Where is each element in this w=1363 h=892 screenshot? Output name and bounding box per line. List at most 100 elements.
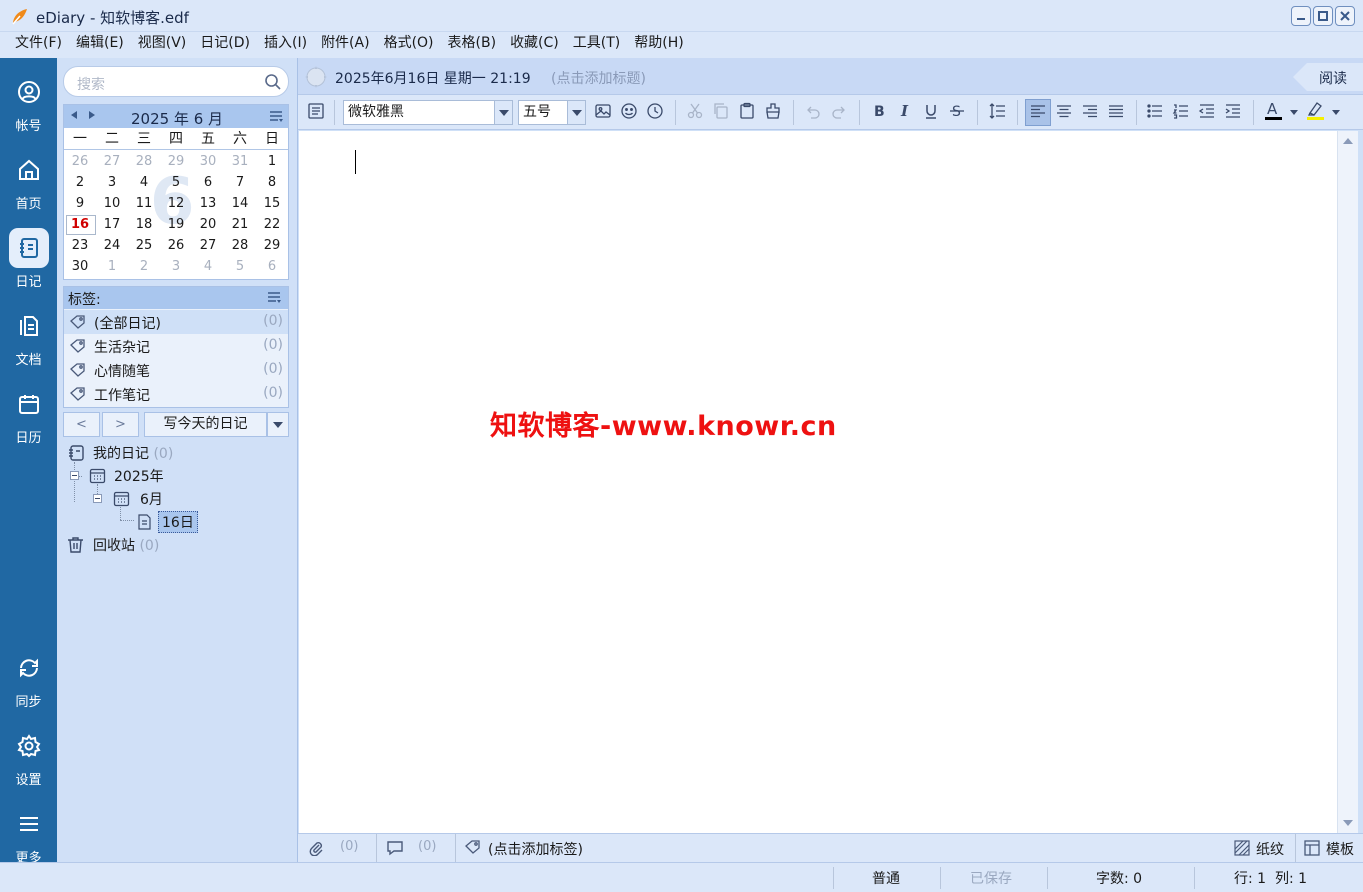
menu-diary[interactable]: 日记(D) [193,32,257,58]
search-input[interactable]: 搜索 [63,66,289,97]
nav-settings[interactable]: 设置 [0,718,57,788]
write-today-button[interactable]: 写今天的日记 [144,412,267,437]
calendar-day[interactable]: 29 [256,235,288,256]
align-center-icon[interactable] [1055,102,1073,120]
paste-icon[interactable] [738,102,756,120]
editor-area[interactable]: 知软博客-www.knowr.cn [299,131,1337,833]
calendar-day[interactable]: 27 [192,235,224,256]
bullet-list-icon[interactable] [1146,102,1164,120]
prev-diary-button[interactable]: < [63,412,100,437]
calendar-day[interactable]: 17 [96,214,128,235]
calendar-day[interactable]: 4 [192,256,224,277]
nav-more[interactable]: 更多 [0,796,57,866]
highlight-color-icon[interactable] [1306,100,1326,122]
calendar-day[interactable]: 29 [160,151,192,172]
close-button[interactable] [1335,6,1355,26]
calendar-day[interactable]: 1 [96,256,128,277]
tag-menu-icon[interactable] [268,292,282,304]
bold-icon[interactable]: B [870,102,888,120]
nav-docs[interactable]: 文档 [0,298,57,368]
cut-icon[interactable] [686,102,704,120]
tag-item-all[interactable]: (全部日记) (0) [64,310,288,334]
template-button[interactable]: 模板 [1326,839,1354,859]
calendar-day[interactable]: 6 [256,256,288,277]
calendar-day[interactable]: 13 [192,193,224,214]
calendar-day[interactable]: 26 [64,151,96,172]
attachment-icon[interactable] [308,840,324,856]
menu-file[interactable]: 文件(F) [8,32,69,58]
menu-insert[interactable]: 插入(I) [257,32,314,58]
tag-item-work[interactable]: 工作笔记 (0) [64,382,288,406]
calendar-day[interactable]: 5 [224,256,256,277]
calendar-day[interactable]: 19 [160,214,192,235]
calendar-day[interactable]: 2 [128,256,160,277]
nav-sync[interactable]: 同步 [0,640,57,710]
calendar-day[interactable]: 30 [64,256,96,277]
comment-icon[interactable] [386,840,404,856]
editor-scrollbar[interactable] [1337,131,1358,833]
calendar-day[interactable]: 10 [96,193,128,214]
calendar-title[interactable]: 2025 年 6 月 [64,108,288,129]
calendar-day[interactable]: 23 [64,235,96,256]
entry-title-placeholder[interactable]: (点击添加标题) [551,68,646,88]
nav-calendar[interactable]: 日历 [0,376,57,446]
calendar-day[interactable]: 12 [160,193,192,214]
outdent-icon[interactable] [1198,102,1216,120]
redo-icon[interactable] [830,102,848,120]
nav-diary[interactable]: 日记 [0,220,57,290]
clock-icon[interactable] [646,102,664,120]
calendar-day[interactable]: 26 [160,235,192,256]
calendar-day[interactable]: 21 [224,214,256,235]
align-right-icon[interactable] [1081,102,1099,120]
menu-help[interactable]: 帮助(H) [627,32,690,58]
tag-item-life[interactable]: 生活杂记 (0) [64,334,288,358]
search-icon[interactable] [264,73,282,91]
weather-icon[interactable] [304,65,328,89]
outline-icon[interactable] [307,102,325,120]
add-tag-placeholder[interactable]: (点击添加标签) [488,839,583,859]
italic-icon[interactable]: I [896,102,914,120]
emoji-icon[interactable] [620,102,638,120]
menu-edit[interactable]: 编辑(E) [69,32,131,58]
paper-texture-button[interactable]: 纸纹 [1256,839,1284,859]
font-size-select[interactable]: 五号 [518,100,586,125]
calendar-day[interactable]: 3 [96,172,128,193]
calendar-day[interactable]: 9 [64,193,96,214]
calendar-day[interactable]: 8 [256,172,288,193]
menu-format[interactable]: 格式(O) [377,32,441,58]
calendar-day[interactable]: 25 [128,235,160,256]
align-justify-icon[interactable] [1107,102,1125,120]
calendar-day[interactable]: 2 [64,172,96,193]
calendar-day[interactable]: 11 [128,193,160,214]
underline-icon[interactable] [922,102,940,120]
align-left-icon[interactable] [1029,102,1047,120]
calendar-day[interactable]: 7 [224,172,256,193]
undo-icon[interactable] [804,102,822,120]
calendar-day[interactable]: 31 [224,151,256,172]
scroll-down-icon[interactable] [1343,820,1353,826]
calendar-menu-icon[interactable] [270,111,284,123]
menu-attachment[interactable]: 附件(A) [314,32,377,58]
calendar-day[interactable]: 28 [224,235,256,256]
scroll-up-icon[interactable] [1343,138,1353,144]
calendar-day[interactable]: 14 [224,193,256,214]
calendar-day[interactable]: 15 [256,193,288,214]
calendar-day[interactable]: 18 [128,214,160,235]
numbered-list-icon[interactable] [1172,102,1190,120]
menu-view[interactable]: 视图(V) [131,32,194,58]
menu-table[interactable]: 表格(B) [441,32,504,58]
menu-tools[interactable]: 工具(T) [566,32,627,58]
indent-icon[interactable] [1224,102,1242,120]
font-color-dropdown-icon[interactable] [1290,110,1298,115]
tag-item-mood[interactable]: 心情随笔 (0) [64,358,288,382]
next-diary-button[interactable]: > [102,412,139,437]
copy-icon[interactable] [712,102,730,120]
nav-home[interactable]: 首页 [0,142,57,212]
calendar-day[interactable]: 5 [160,172,192,193]
calendar-day[interactable]: 4 [128,172,160,193]
menu-favorites[interactable]: 收藏(C) [503,32,566,58]
calendar-day[interactable]: 27 [96,151,128,172]
read-mode-button[interactable]: 阅读 [1293,63,1363,91]
image-icon[interactable] [594,102,612,120]
maximize-button[interactable] [1313,6,1333,26]
